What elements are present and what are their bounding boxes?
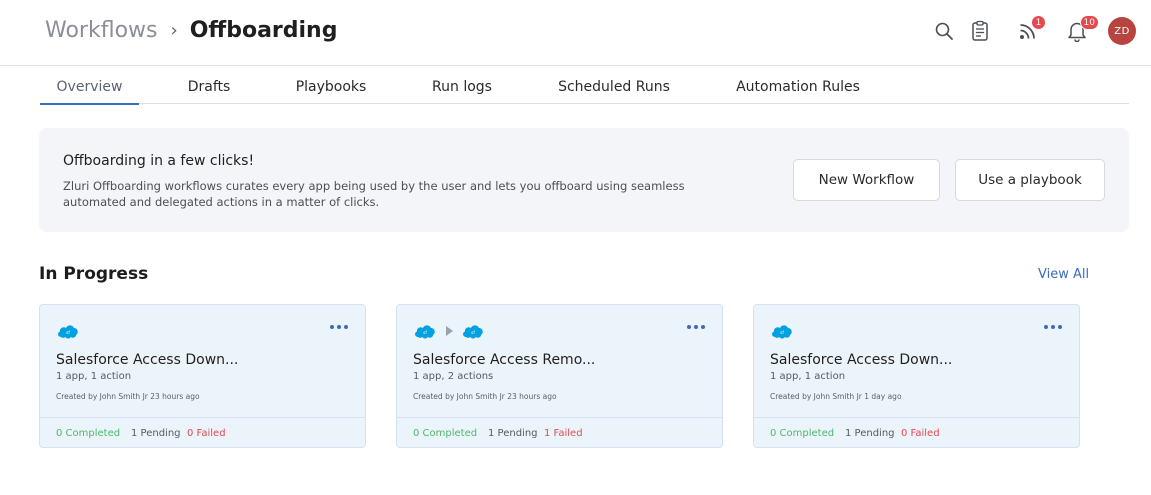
more-options-icon[interactable] <box>687 323 705 331</box>
arrow-right-icon <box>446 326 453 336</box>
failed-count: 1 Failed <box>544 428 583 439</box>
card-subtitle: 1 app, 2 actions <box>413 371 494 382</box>
banner-title: Offboarding in a few clicks! <box>63 153 255 169</box>
pending-count: 1 Pending <box>845 428 895 439</box>
offboarding-banner: Offboarding in a few clicks! Zluri Offbo… <box>39 128 1129 232</box>
workflow-card[interactable]: sf sf Salesforce Access Remo... 1 app, 2… <box>396 304 723 448</box>
breadcrumb-workflows-link[interactable]: Workflows <box>45 18 157 43</box>
tab-overview[interactable]: Overview <box>40 70 139 105</box>
card-title: Salesforce Access Down... <box>56 352 239 368</box>
banner-description: Zluri Offboarding workflows curates ever… <box>63 179 685 209</box>
notifications-badge: 10 <box>1079 15 1099 30</box>
svg-text:sf: sf <box>423 330 427 335</box>
tasks-button[interactable] <box>967 18 993 44</box>
tab-automation-rules[interactable]: Automation Rules <box>724 70 872 104</box>
page-header: Workflows › Offboarding 1 10 ZD <box>0 0 1151 66</box>
salesforce-logo-icon: sf <box>58 325 78 339</box>
failed-count: 0 Failed <box>901 428 940 439</box>
more-options-icon[interactable] <box>330 323 348 331</box>
salesforce-logo-icon: sf <box>463 325 483 339</box>
failed-count: 0 Failed <box>187 428 226 439</box>
salesforce-logo-icon: sf <box>415 325 435 339</box>
search-button[interactable] <box>931 18 957 44</box>
view-all-link[interactable]: View All <box>1038 267 1089 282</box>
completed-count: 0 Completed <box>413 428 478 439</box>
chevron-right-icon: › <box>170 19 178 41</box>
more-options-icon[interactable] <box>1044 323 1062 331</box>
tab-drafts[interactable]: Drafts <box>170 70 248 104</box>
card-created-by: Created by John Smith Jr 23 hours ago <box>56 392 200 401</box>
completed-count: 0 Completed <box>770 428 835 439</box>
avatar[interactable]: ZD <box>1108 17 1136 45</box>
use-playbook-button[interactable]: Use a playbook <box>955 159 1105 201</box>
card-status-footer: 0 Completed 1 Pending 1 Failed <box>397 417 722 448</box>
tab-bar: Overview Drafts Playbooks Run logs Sched… <box>40 70 1129 105</box>
card-subtitle: 1 app, 1 action <box>770 371 846 382</box>
tab-run-logs[interactable]: Run logs <box>420 70 504 104</box>
workflow-card[interactable]: sf Salesforce Access Down... 1 app, 1 ac… <box>753 304 1080 448</box>
card-created-by: Created by John Smith Jr 1 day ago <box>770 392 902 401</box>
card-subtitle: 1 app, 1 action <box>56 371 132 382</box>
new-workflow-button[interactable]: New Workflow <box>793 159 940 201</box>
workflow-card[interactable]: sf Salesforce Access Down... 1 app, 1 ac… <box>39 304 366 448</box>
svg-text:sf: sf <box>471 330 475 335</box>
search-icon <box>935 22 953 40</box>
card-created-by: Created by John Smith Jr 23 hours ago <box>413 392 557 401</box>
pending-count: 1 Pending <box>488 428 538 439</box>
clipboard-icon <box>972 20 988 41</box>
card-status-footer: 0 Completed 1 Pending 0 Failed <box>754 417 1079 448</box>
in-progress-heading: In Progress <box>39 264 149 284</box>
card-status-footer: 0 Completed 1 Pending 0 Failed <box>40 417 365 448</box>
completed-count: 0 Completed <box>56 428 121 439</box>
feed-badge: 1 <box>1031 15 1046 30</box>
feed-button[interactable]: 1 <box>1015 15 1046 44</box>
notifications-button[interactable]: 10 <box>1064 15 1099 44</box>
card-title: Salesforce Access Down... <box>770 352 953 368</box>
breadcrumb: Workflows › Offboarding <box>45 15 337 45</box>
tab-scheduled-runs[interactable]: Scheduled Runs <box>544 70 684 104</box>
page-title: Offboarding <box>189 17 338 43</box>
salesforce-logo-icon: sf <box>772 325 792 339</box>
svg-text:sf: sf <box>780 330 784 335</box>
tab-playbooks[interactable]: Playbooks <box>283 70 379 104</box>
card-title: Salesforce Access Remo... <box>413 352 596 368</box>
svg-text:sf: sf <box>66 330 70 335</box>
pending-count: 1 Pending <box>131 428 181 439</box>
